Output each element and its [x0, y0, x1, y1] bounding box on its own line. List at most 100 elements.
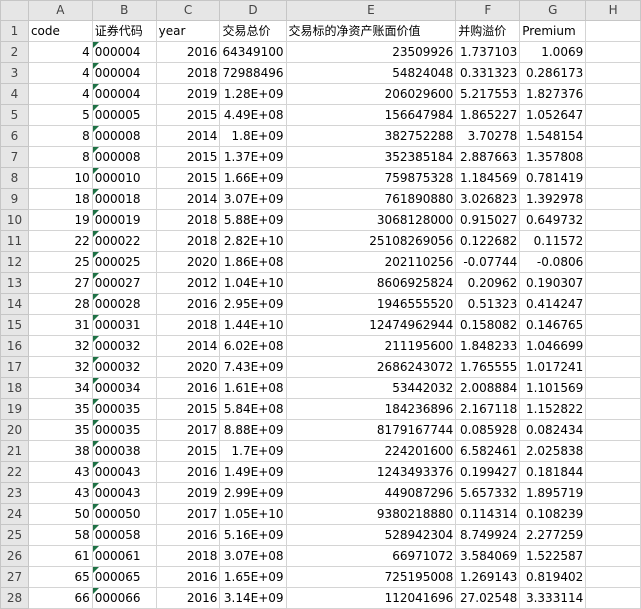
cell-code[interactable]: 4: [27, 83, 93, 105]
cell-year[interactable]: 2015: [155, 167, 221, 189]
cell-code[interactable]: 35: [27, 398, 93, 420]
cell-security-code[interactable]: 000019: [91, 209, 157, 231]
cell-premium[interactable]: 1.152822: [519, 398, 587, 420]
cell-security-code[interactable]: 000008: [91, 146, 157, 168]
cell-total-price[interactable]: 8.88E+09: [219, 419, 287, 441]
cell-merger-premium[interactable]: 0.122682: [455, 230, 521, 252]
cell-empty[interactable]: [585, 62, 641, 84]
row-header[interactable]: 25: [0, 524, 29, 546]
row-header[interactable]: 3: [0, 62, 29, 84]
cell-premium[interactable]: 2.277259: [519, 524, 587, 546]
cell-year[interactable]: 2017: [155, 419, 221, 441]
cell-total-price[interactable]: 2.99E+09: [219, 482, 287, 504]
cell-code[interactable]: 27: [27, 272, 93, 294]
cell-net-asset-book-value[interactable]: 23509926: [285, 41, 457, 63]
cell-premium[interactable]: 0.108239: [519, 503, 587, 525]
cell-net-asset-book-value[interactable]: 382752288: [285, 125, 457, 147]
cell-year[interactable]: 2015: [155, 398, 221, 420]
cell-code[interactable]: 25: [27, 251, 93, 273]
cell-total-price[interactable]: 1.04E+10: [219, 272, 287, 294]
cell-empty[interactable]: [585, 251, 641, 273]
column-header-a[interactable]: A: [27, 0, 93, 21]
cell-empty[interactable]: [585, 188, 641, 210]
cell-security-code[interactable]: 000025: [91, 251, 157, 273]
cell-merger-premium[interactable]: 8.749924: [455, 524, 521, 546]
cell-security-code[interactable]: 000035: [91, 419, 157, 441]
cell-total-price[interactable]: 1.44E+10: [219, 314, 287, 336]
cell-total-price[interactable]: 1.7E+09: [219, 440, 287, 462]
cell-total-price[interactable]: 64349100: [219, 41, 287, 63]
cell-total-price[interactable]: 2.95E+09: [219, 293, 287, 315]
cell-net-asset-book-value[interactable]: 9380218880: [285, 503, 457, 525]
cell-merger-premium[interactable]: 0.20962: [455, 272, 521, 294]
cell-code[interactable]: 50: [27, 503, 93, 525]
cell-merger-premium[interactable]: 3.026823: [455, 188, 521, 210]
cell-merger-premium[interactable]: 2.167118: [455, 398, 521, 420]
cell-security-code[interactable]: 000066: [91, 587, 157, 609]
cell-premium[interactable]: 0.11572: [519, 230, 587, 252]
cell-net-asset-book-value[interactable]: 1946555520: [285, 293, 457, 315]
cell-year[interactable]: 2016: [155, 461, 221, 483]
column-header-d[interactable]: D: [219, 0, 287, 21]
column-header-b[interactable]: B: [91, 0, 157, 21]
cell-merger-premium[interactable]: 1.269143: [455, 566, 521, 588]
cell-empty[interactable]: [585, 587, 641, 609]
cell-premium[interactable]: 1.392978: [519, 188, 587, 210]
cell-premium[interactable]: 3.333114: [519, 587, 587, 609]
header-cell-premium[interactable]: Premium: [519, 20, 587, 42]
header-cell-h[interactable]: [585, 20, 641, 42]
cell-security-code[interactable]: 000050: [91, 503, 157, 525]
cell-empty[interactable]: [585, 104, 641, 126]
cell-premium[interactable]: 1.052647: [519, 104, 587, 126]
column-header-e[interactable]: E: [285, 0, 457, 21]
cell-year[interactable]: 2014: [155, 188, 221, 210]
column-header-c[interactable]: C: [155, 0, 221, 21]
cell-merger-premium[interactable]: 3.584069: [455, 545, 521, 567]
cell-premium[interactable]: 0.649732: [519, 209, 587, 231]
cell-empty[interactable]: [585, 272, 641, 294]
cell-year[interactable]: 2016: [155, 524, 221, 546]
cell-premium[interactable]: 1.522587: [519, 545, 587, 567]
cell-total-price[interactable]: 1.05E+10: [219, 503, 287, 525]
cell-code[interactable]: 22: [27, 230, 93, 252]
cell-code[interactable]: 4: [27, 62, 93, 84]
row-header[interactable]: 26: [0, 545, 29, 567]
cell-security-code[interactable]: 000034: [91, 377, 157, 399]
cell-empty[interactable]: [585, 524, 641, 546]
cell-merger-premium[interactable]: 1.184569: [455, 167, 521, 189]
cell-year[interactable]: 2016: [155, 566, 221, 588]
cell-code[interactable]: 19: [27, 209, 93, 231]
row-header[interactable]: 13: [0, 272, 29, 294]
cell-code[interactable]: 28: [27, 293, 93, 315]
cell-merger-premium[interactable]: 0.158082: [455, 314, 521, 336]
cell-total-price[interactable]: 1.61E+08: [219, 377, 287, 399]
cell-code[interactable]: 8: [27, 125, 93, 147]
cell-premium[interactable]: 2.025838: [519, 440, 587, 462]
cell-net-asset-book-value[interactable]: 156647984: [285, 104, 457, 126]
cell-merger-premium[interactable]: 5.217553: [455, 83, 521, 105]
cell-premium[interactable]: 1.827376: [519, 83, 587, 105]
cell-total-price[interactable]: 1.37E+09: [219, 146, 287, 168]
cell-premium[interactable]: 1.017241: [519, 356, 587, 378]
row-header-1[interactable]: 1: [0, 20, 29, 42]
cell-net-asset-book-value[interactable]: 224201600: [285, 440, 457, 462]
cell-year[interactable]: 2014: [155, 335, 221, 357]
cell-year[interactable]: 2020: [155, 356, 221, 378]
cell-premium[interactable]: 1.046699: [519, 335, 587, 357]
cell-code[interactable]: 31: [27, 314, 93, 336]
cell-total-price[interactable]: 3.07E+08: [219, 545, 287, 567]
cell-year[interactable]: 2018: [155, 314, 221, 336]
cell-merger-premium[interactable]: 27.02548: [455, 587, 521, 609]
cell-total-price[interactable]: 2.82E+10: [219, 230, 287, 252]
cell-merger-premium[interactable]: 3.70278: [455, 125, 521, 147]
cell-code[interactable]: 61: [27, 545, 93, 567]
cell-premium[interactable]: 0.286173: [519, 62, 587, 84]
header-cell-security-code[interactable]: 证券代码: [91, 20, 157, 42]
cell-security-code[interactable]: 000008: [91, 125, 157, 147]
cell-year[interactable]: 2016: [155, 41, 221, 63]
cell-merger-premium[interactable]: 0.114314: [455, 503, 521, 525]
row-header[interactable]: 5: [0, 104, 29, 126]
row-header[interactable]: 4: [0, 83, 29, 105]
cell-code[interactable]: 5: [27, 104, 93, 126]
row-header[interactable]: 10: [0, 209, 29, 231]
